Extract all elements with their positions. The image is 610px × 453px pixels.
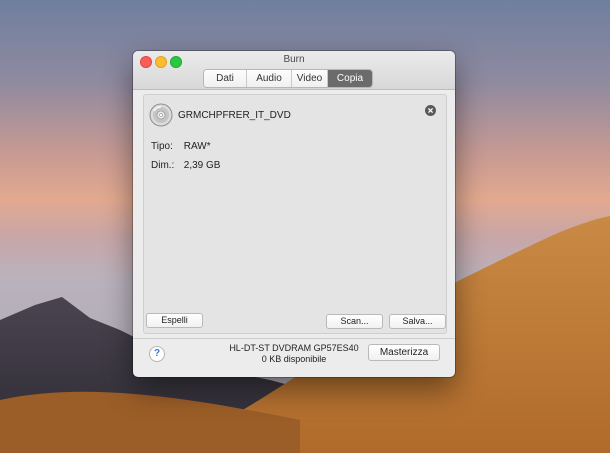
tab-video[interactable]: Video bbox=[292, 70, 328, 87]
help-icon[interactable]: ? bbox=[149, 346, 165, 362]
tab-audio[interactable]: Audio bbox=[247, 70, 292, 87]
footer-divider bbox=[133, 338, 455, 339]
copy-panel: GRMCHPFRER_IT_DVD Tipo: RAW* Dim.: 2,39 … bbox=[143, 94, 447, 334]
burn-button[interactable]: Masterizza bbox=[368, 344, 440, 361]
tab-copia[interactable]: Copia bbox=[328, 70, 372, 87]
tab-dati[interactable]: Dati bbox=[204, 70, 247, 87]
drive-name: HL-DT-ST DVDRAM GP57ES40 bbox=[229, 343, 359, 353]
disc-type-row: Tipo: RAW* bbox=[151, 141, 211, 152]
disc-size-row: Dim.: 2,39 GB bbox=[151, 160, 220, 171]
disc-icon bbox=[149, 103, 173, 127]
disc-name: GRMCHPFRER_IT_DVD bbox=[178, 110, 291, 121]
remove-circle-icon[interactable] bbox=[425, 105, 436, 116]
title-bar: Burn Dati Audio Video Copia bbox=[133, 51, 455, 90]
window-title: Burn bbox=[283, 54, 305, 65]
save-button[interactable]: Salva... bbox=[389, 314, 446, 329]
disc-type-value: RAW* bbox=[183, 141, 211, 152]
disc-size-label: Dim.: bbox=[151, 160, 175, 171]
drive-free-space: 0 KB disponibile bbox=[261, 354, 327, 364]
scan-button[interactable]: Scan... bbox=[326, 314, 383, 329]
burn-window: Burn Dati Audio Video Copia GRMCHPFRER_I… bbox=[133, 51, 455, 377]
eject-button[interactable]: Espelli bbox=[146, 313, 203, 328]
disc-size-value: 2,39 GB bbox=[183, 160, 221, 171]
disc-type-label: Tipo: bbox=[151, 141, 173, 152]
tab-bar: Dati Audio Video Copia bbox=[203, 69, 373, 88]
